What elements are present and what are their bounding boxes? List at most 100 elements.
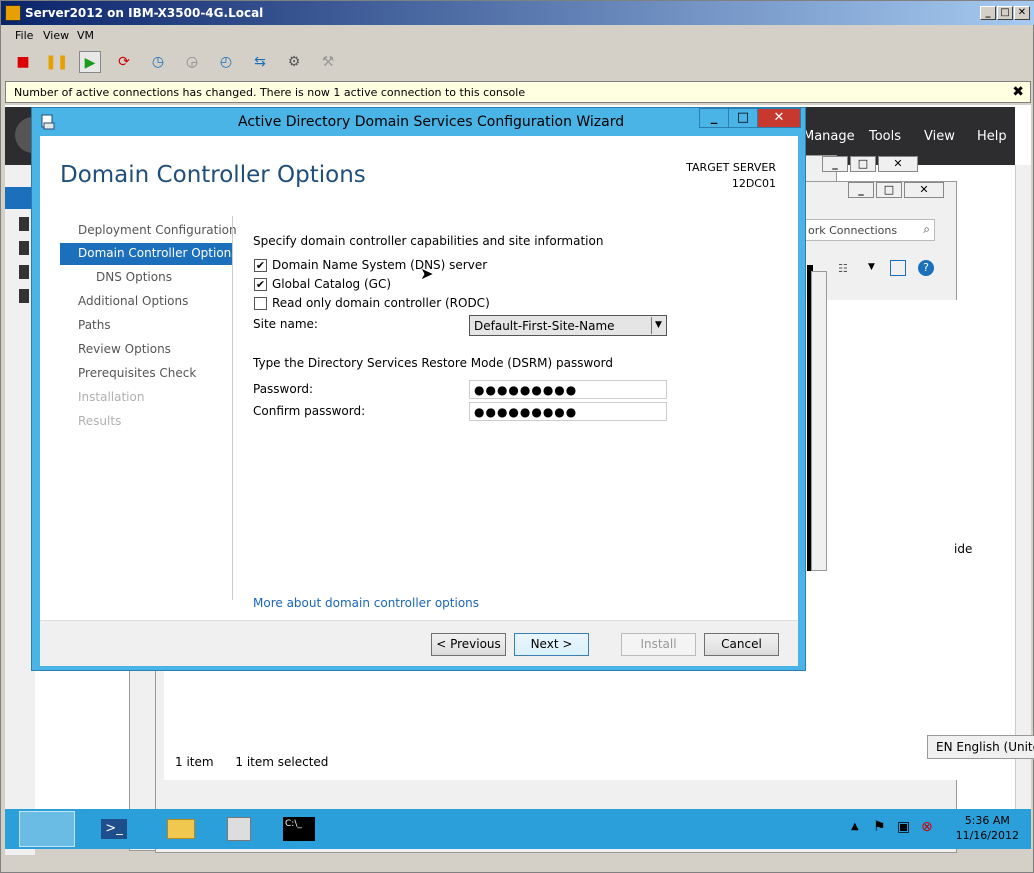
nav-additional-options[interactable]: Additional Options [60, 291, 232, 313]
status-selected-count: 1 item selected [235, 755, 329, 769]
nav-deployment-configuration[interactable]: Deployment Configuration [60, 220, 237, 242]
network-status-icon[interactable]: ▣ [897, 819, 910, 835]
password-field[interactable]: ●●●●●●●●● [469, 380, 667, 399]
wizard-body: Domain Controller Options TARGET SERVER … [40, 136, 798, 666]
wizard-maximize-button[interactable]: □ [728, 108, 758, 128]
flag-icon[interactable]: ⚑ [873, 819, 886, 835]
play-icon[interactable]: ▶ [79, 51, 101, 73]
target-server: TARGET SERVER 12DC01 [686, 160, 776, 192]
cancel-button[interactable]: Cancel [704, 633, 779, 656]
vm-title-bar: Server2012 on IBM-X3500-4G.Local _ □ ✕ [1, 1, 1034, 25]
wizard-button-bar: < Previous Next > Install Cancel [40, 620, 798, 666]
bg2-close-button[interactable]: ✕ [904, 182, 944, 198]
menu-file[interactable]: File [15, 29, 33, 42]
connections-scrollbar[interactable] [811, 271, 827, 571]
file-services-icon[interactable] [19, 265, 29, 279]
tools-icon[interactable]: ⚒ [317, 51, 339, 73]
more-about-dc-options-link[interactable]: More about domain controller options [253, 596, 479, 610]
previous-button[interactable]: < Previous [431, 633, 506, 656]
volume-muted-icon[interactable]: ⊗ [921, 819, 933, 835]
sm-menu-help[interactable]: Help [977, 129, 1007, 144]
wizard-close-button[interactable]: ✕ [757, 108, 801, 128]
vm-window-title: Server2012 on IBM-X3500-4G.Local [25, 6, 264, 20]
vm-close-button[interactable]: ✕ [1014, 6, 1030, 20]
rodc-checkbox[interactable] [254, 297, 267, 310]
all-servers-icon[interactable] [19, 241, 29, 255]
reset-icon[interactable]: ⟳ [113, 51, 135, 73]
cmd-taskbar-icon[interactable]: C:\_ [275, 811, 331, 847]
notification-message: Number of active connections has changed… [14, 86, 526, 99]
bg1-minimize-button[interactable]: _ [822, 156, 848, 172]
site-name-dropdown[interactable]: Default-First-Site-Name ▼ [469, 315, 667, 336]
console-view-icon[interactable]: ⇆ [249, 51, 271, 73]
network-taskbar-icon[interactable] [217, 811, 273, 847]
taskbar: >_ C:\_ ▲ ⚑ ▣ ⊗ 5:36 AM 11/16/2012 [5, 809, 1031, 849]
bg1-close-button[interactable]: ✕ [878, 156, 918, 172]
wizard-app-icon [40, 114, 56, 130]
explorer-status-bar: 1 item 1 item selected [175, 755, 328, 769]
site-name-label: Site name: [253, 317, 318, 331]
snapshot-manager-icon[interactable]: ◴ [215, 51, 237, 73]
adds-config-wizard: Active Directory Domain Services Configu… [31, 107, 806, 671]
global-catalog-checkbox[interactable]: ✔ [254, 278, 267, 291]
rodc-label[interactable]: Read only domain controller (RODC) [272, 296, 490, 310]
sm-menu-manage[interactable]: Manage [803, 129, 855, 144]
sm-menu-view[interactable]: View [924, 129, 955, 144]
nav-paths[interactable]: Paths [60, 315, 232, 337]
clock-date: 11/16/2012 [955, 829, 1019, 842]
bg2-minimize-button[interactable]: _ [848, 182, 874, 198]
main-scrollbar[interactable] [1015, 165, 1031, 811]
sm-menu-tools[interactable]: Tools [869, 129, 901, 144]
language-tooltip: EN English (United St [927, 735, 1034, 759]
vm-maximize-button[interactable]: □ [997, 6, 1013, 20]
server-manager-taskbar-icon[interactable] [19, 811, 75, 847]
confirm-password-field[interactable]: ●●●●●●●●● [469, 402, 667, 421]
dns-server-checkbox[interactable]: ✔ [254, 259, 267, 272]
chevron-down-icon[interactable]: ▼ [651, 317, 665, 334]
page-title: Domain Controller Options [60, 162, 366, 188]
pause-icon[interactable]: ❚❚ [45, 51, 68, 73]
install-button: Install [621, 633, 696, 656]
bg2-maximize-button[interactable]: □ [876, 182, 902, 198]
mouse-cursor-icon: ➤ [420, 264, 434, 283]
help-icon[interactable]: ? [918, 260, 934, 276]
roles-icon[interactable] [19, 289, 29, 303]
notification-close-icon[interactable]: ✖ [1012, 84, 1024, 100]
wizard-title-bar: Active Directory Domain Services Configu… [32, 108, 805, 136]
target-server-label: TARGET SERVER [686, 161, 776, 174]
powershell-taskbar-icon[interactable]: >_ [87, 811, 143, 847]
nav-prerequisites-check[interactable]: Prerequisites Check [60, 363, 232, 385]
password-label: Password: [253, 382, 314, 396]
wizard-title: Active Directory Domain Services Configu… [238, 114, 625, 130]
search-icon[interactable]: ⌕ [923, 222, 930, 237]
menu-vm[interactable]: VM [77, 29, 94, 42]
vm-menu-bar: File View VM [1, 27, 1034, 45]
side-text-fragment: ide [954, 542, 973, 556]
settings-icon[interactable]: ⚙ [283, 51, 305, 73]
snapshot-icon[interactable]: ◷ [147, 51, 169, 73]
view-dropdown-icon[interactable]: ▼ [868, 262, 884, 276]
show-hidden-icons-icon[interactable]: ▲ [851, 821, 859, 832]
global-catalog-label[interactable]: Global Catalog (GC) [272, 277, 391, 291]
local-server-icon[interactable] [19, 217, 29, 231]
vm-toolbar: ■ ❚❚ ▶ ⟳ ◷ ◶ ◴ ⇆ ⚙ ⚒ [1, 47, 1034, 77]
vm-minimize-button[interactable]: _ [980, 6, 996, 20]
wizard-minimize-button[interactable]: _ [699, 108, 729, 128]
stop-icon[interactable]: ■ [12, 51, 34, 73]
nav-domain-controller-options[interactable]: Domain Controller Options [60, 243, 238, 265]
file-explorer-taskbar-icon[interactable] [153, 811, 209, 847]
site-name-value: Default-First-Site-Name [474, 319, 615, 333]
search-input[interactable]: ork Connections ⌕ [805, 219, 935, 241]
dns-server-label[interactable]: Domain Name System (DNS) server [272, 258, 487, 272]
clock-time: 5:36 AM [964, 814, 1010, 827]
search-placeholder: ork Connections [808, 224, 898, 237]
revert-snapshot-icon[interactable]: ◶ [181, 51, 203, 73]
nav-dns-options[interactable]: DNS Options [60, 267, 232, 289]
menu-view[interactable]: View [43, 29, 69, 42]
nav-review-options[interactable]: Review Options [60, 339, 232, 361]
next-button[interactable]: Next > [514, 633, 589, 656]
system-clock[interactable]: 5:36 AM 11/16/2012 [956, 813, 1019, 843]
preview-pane-icon[interactable] [890, 260, 906, 276]
bg1-maximize-button[interactable]: □ [850, 156, 876, 172]
view-options-icon[interactable]: ☷ [838, 262, 854, 276]
